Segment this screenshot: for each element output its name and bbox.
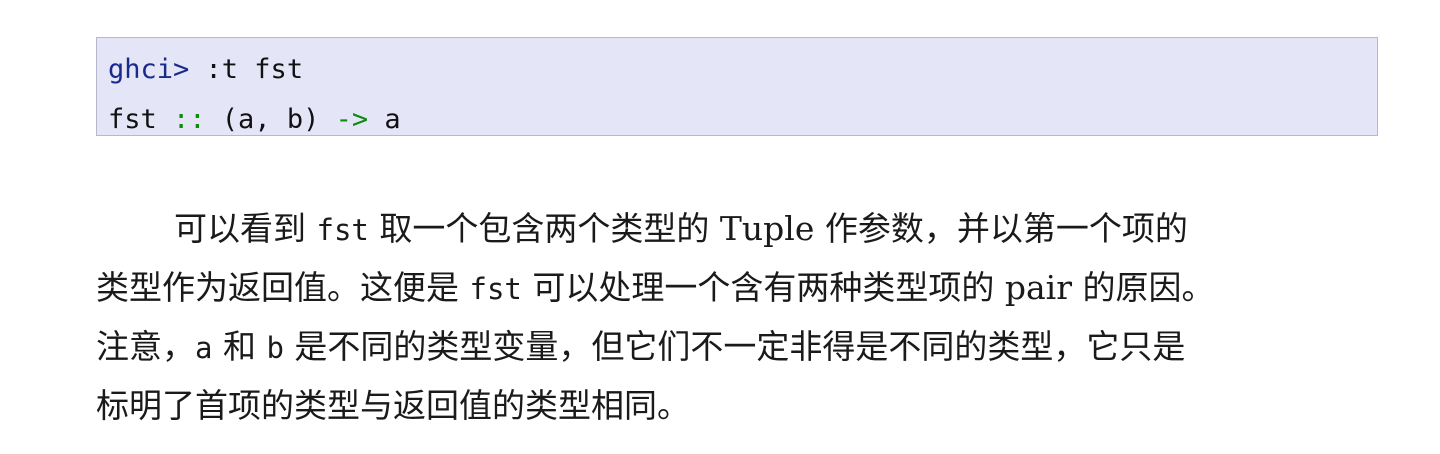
arrow-operator: -> xyxy=(335,104,369,135)
text-segment: 可以处理一个含有两种类型项的 pair 的原因。 xyxy=(521,268,1215,307)
return-type: a xyxy=(368,104,401,135)
text-segment: 和 xyxy=(212,327,267,366)
explanation-paragraph: 可以看到 fst 取一个包含两个类型的 Tuple 作参数，并以第一个项的 类型… xyxy=(96,199,1386,435)
inline-code-b: b xyxy=(266,331,284,365)
paragraph-line-3: 注意，a 和 b 是不同的类型变量，但它们不一定非得是不同的类型，它只是 xyxy=(96,317,1386,376)
code-line-command: ghci> :t fst xyxy=(108,45,1377,95)
paragraph-line-1: 可以看到 fst 取一个包含两个类型的 Tuple 作参数，并以第一个项的 xyxy=(96,199,1386,258)
text-segment: 注意， xyxy=(96,327,195,366)
inline-code-fst: fst xyxy=(316,213,369,247)
text-segment: 可以看到 xyxy=(174,209,317,248)
inline-code-fst: fst xyxy=(469,272,522,306)
text-segment: 取一个包含两个类型的 Tuple 作参数，并以第一个项的 xyxy=(368,209,1188,248)
text-segment: 类型作为返回值。这便是 xyxy=(96,268,470,307)
double-colon-operator: :: xyxy=(173,104,206,135)
paragraph-line-2: 类型作为返回值。这便是 fst 可以处理一个含有两种类型项的 pair 的原因。 xyxy=(96,258,1386,317)
text-segment: 标明了首项的类型与返回值的类型相同。 xyxy=(96,386,690,425)
text-segment: 是不同的类型变量，但它们不一定非得是不同的类型，它只是 xyxy=(283,327,1186,366)
paragraph-line-4: 标明了首项的类型与返回值的类型相同。 xyxy=(96,376,1386,435)
inline-code-a: a xyxy=(195,331,213,365)
ghci-prompt: ghci> xyxy=(108,54,190,85)
ghci-code-block: ghci> :t fst fst :: (a, b) -> a xyxy=(96,37,1378,136)
type-command: :t fst xyxy=(189,54,304,85)
code-line-type-signature: fst :: (a, b) -> a xyxy=(108,95,1377,145)
function-name: fst xyxy=(108,104,174,135)
tuple-argument: (a, b) xyxy=(205,104,336,135)
